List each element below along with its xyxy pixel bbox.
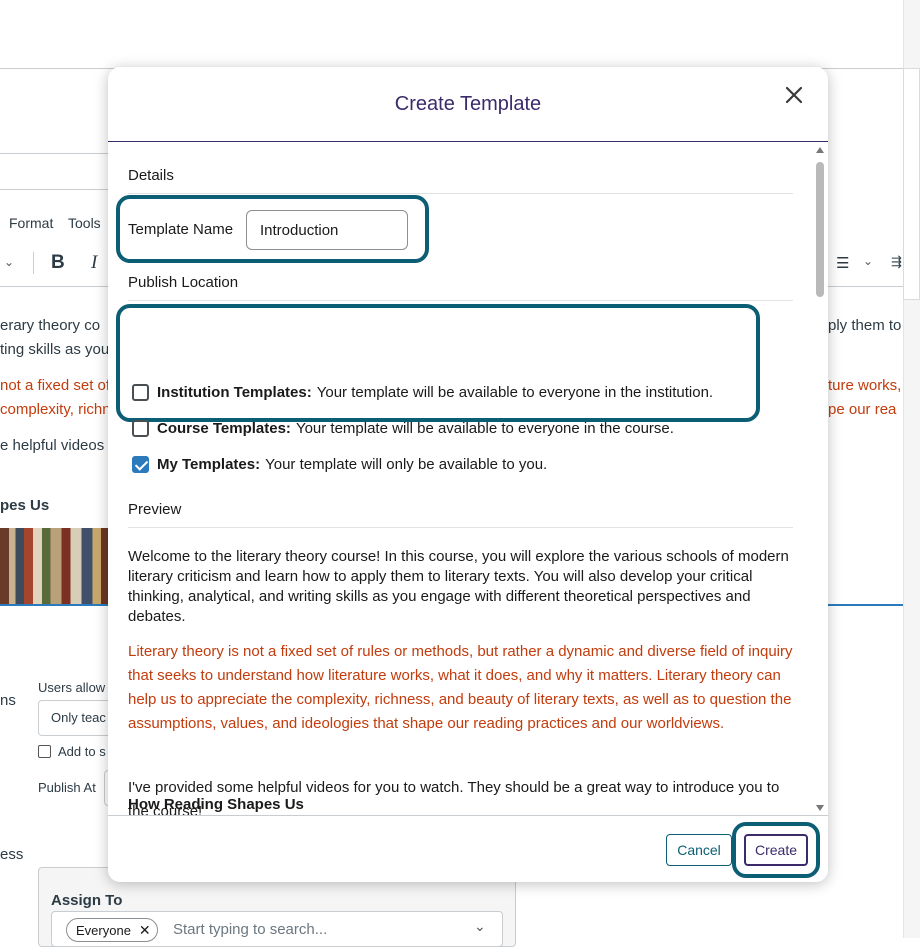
preview-divider (128, 527, 793, 528)
italic-button[interactable]: I (91, 252, 97, 274)
assignee-tag-label: Everyone (76, 922, 131, 938)
publish-options-highlight (116, 304, 760, 422)
assign-to-label: Assign To (51, 892, 123, 909)
institution-templates-checkbox[interactable] (132, 383, 149, 401)
create-button[interactable]: Create (744, 834, 808, 866)
option-title: My Templates: (157, 455, 261, 473)
option-description: Your template will be available to every… (295, 419, 674, 437)
content-line: erary theory co (0, 317, 101, 334)
access-label-fragment: ess (0, 846, 24, 863)
details-heading: Details (128, 167, 174, 184)
create-template-dialog: Create Template Details Template Name Pu… (108, 67, 828, 882)
assign-to-placeholder: Start typing to search... (173, 921, 328, 938)
dialog-body: Details Template Name Publish Location I… (108, 143, 828, 815)
template-name-input[interactable] (246, 210, 408, 250)
template-name-label: Template Name (128, 221, 234, 238)
option-description: Your template will be available to every… (316, 383, 714, 401)
bold-button[interactable]: B (51, 252, 65, 274)
option-institution-templates[interactable]: Institution Templates: Your template wil… (132, 382, 713, 402)
cancel-button[interactable]: Cancel (666, 834, 732, 866)
users-allowed-select[interactable]: Only teac (38, 700, 118, 736)
content-line: ply them to (828, 317, 902, 334)
chevron-down-icon[interactable]: ⌄ (863, 254, 873, 268)
details-divider (128, 193, 793, 194)
option-my-templates[interactable]: My Templates: Your template will only be… (132, 454, 547, 474)
add-to-checkbox[interactable] (38, 745, 51, 758)
dialog-footer: Cancel Create (108, 815, 828, 882)
dialog-header: Create Template (108, 67, 828, 142)
list-icon[interactable]: ☰ (836, 254, 849, 272)
title-field-border (0, 153, 110, 154)
title-field-border-bottom (0, 189, 110, 190)
preview-red-paragraph: Literary theory is not a fixed set of ru… (128, 643, 793, 732)
option-title: Institution Templates: (157, 383, 312, 401)
options-label-fragment: ns (0, 692, 16, 709)
content-line-red: ture works, (828, 377, 902, 394)
my-templates-checkbox[interactable] (132, 455, 149, 473)
dialog-scrollbar[interactable] (814, 145, 826, 813)
preview-section-heading: How Reading Shapes Us (128, 796, 304, 813)
close-button[interactable] (782, 83, 806, 107)
course-templates-checkbox[interactable] (132, 419, 149, 437)
option-description: Your template will only be available to … (265, 455, 548, 473)
content-line-red: not a fixed set of (0, 377, 111, 394)
content-line-red: pe our rea (828, 401, 897, 418)
publish-at-label: Publish At (38, 780, 96, 795)
users-allowed-label: Users allow (38, 680, 106, 695)
scroll-up-arrow-icon[interactable] (816, 147, 824, 153)
users-allowed-value: Only teac (51, 710, 106, 725)
menu-format[interactable]: Format (9, 215, 53, 231)
option-course-templates[interactable]: Course Templates: Your template will be … (132, 418, 674, 438)
publish-location-divider (128, 300, 793, 301)
content-heading: pes Us (0, 497, 50, 514)
option-title: Course Templates: (157, 419, 291, 437)
right-panel-edge (903, 68, 920, 300)
close-icon (785, 86, 803, 104)
menu-tools[interactable]: Tools (68, 215, 101, 231)
dialog-title: Create Template (394, 93, 542, 115)
chevron-down-icon[interactable]: ⌄ (474, 918, 486, 935)
preview-intro: Welcome to the literary theory course! I… (128, 548, 789, 625)
indent-icon[interactable]: ⇶ (891, 254, 902, 270)
close-icon[interactable]: ✕ (139, 922, 151, 939)
content-line-red: complexity, richn (0, 401, 111, 418)
scroll-down-arrow-icon[interactable] (816, 805, 824, 811)
publish-location-heading: Publish Location (128, 274, 239, 291)
preview-heading: Preview (128, 501, 182, 518)
content-line: e helpful videos (0, 437, 105, 454)
content-line: ting skills as you (0, 341, 110, 358)
toolbar-divider (33, 252, 34, 274)
chevron-down-icon[interactable]: ⌄ (4, 255, 14, 269)
scroll-thumb[interactable] (816, 162, 824, 297)
bookshelf-image (0, 528, 110, 604)
assignee-tag[interactable]: Everyone ✕ (66, 918, 158, 942)
add-to-label: Add to s (58, 744, 106, 759)
